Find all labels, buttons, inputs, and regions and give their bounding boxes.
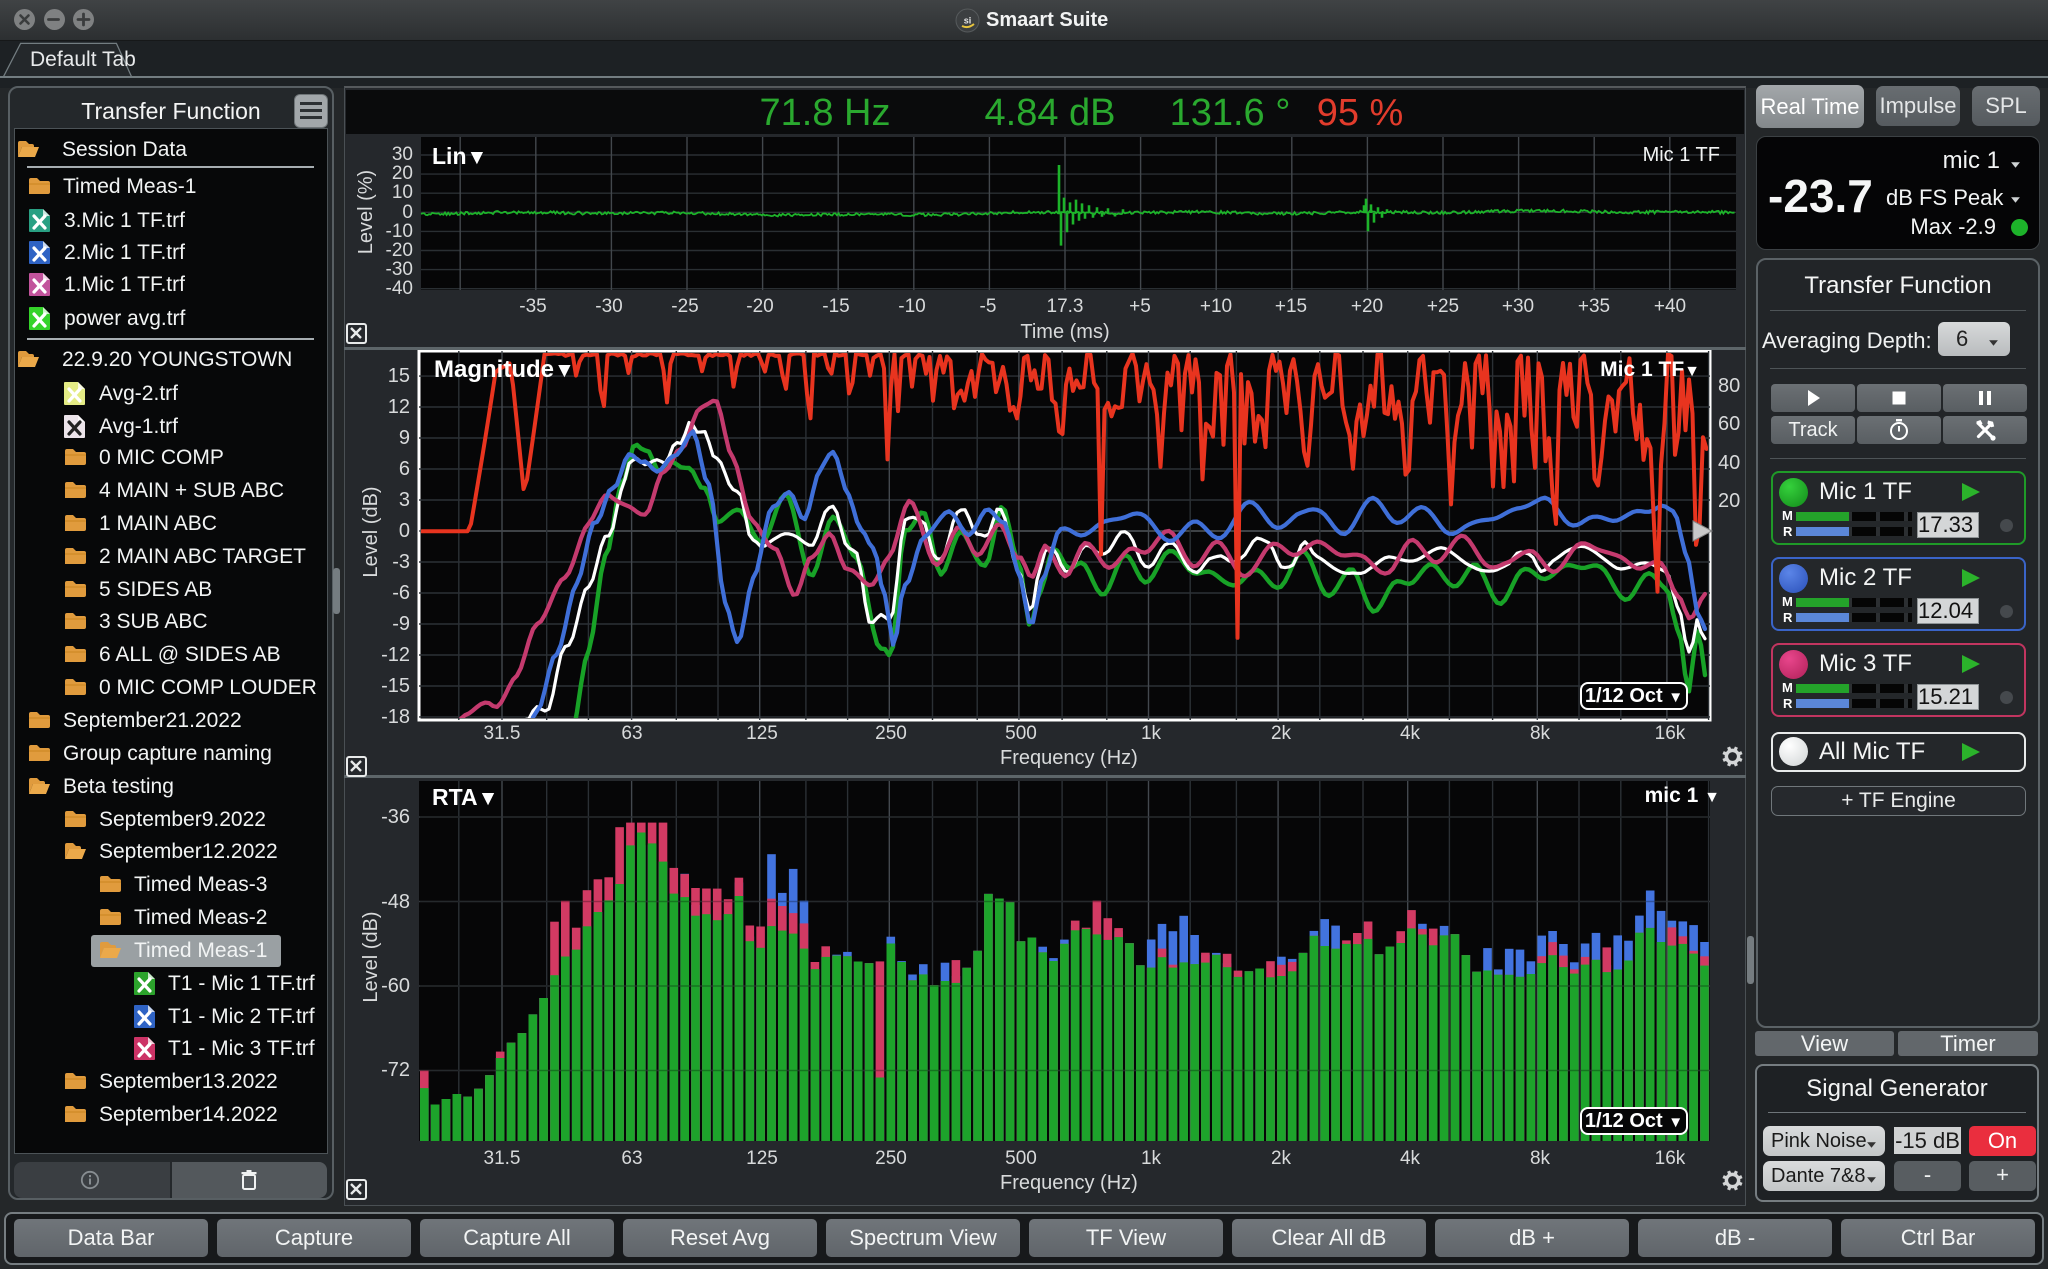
svg-text:si: si — [964, 16, 972, 26]
